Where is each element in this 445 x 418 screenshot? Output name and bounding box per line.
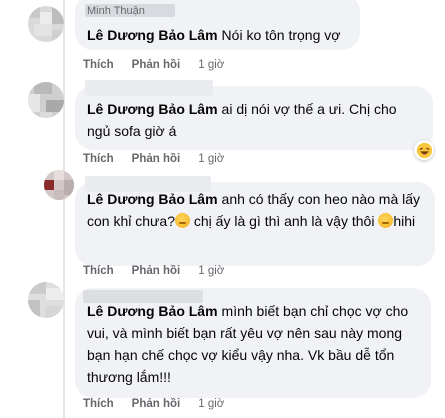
- tagged-name: Minh Thuận: [87, 5, 145, 17]
- reply-button[interactable]: Phản hồi: [132, 398, 181, 410]
- comment-actions: Thích Phản hồi 1 giờ: [83, 396, 224, 412]
- comment-bubble: Minh Thuận Lê Dương Bảo Lâm Nói ko tôn tr…: [75, 0, 360, 50]
- reply-button[interactable]: Phản hồi: [132, 59, 181, 71]
- comment-2: Lê Dương Bảo Lâm ai dị nói vợ thế a ưi. C…: [0, 78, 445, 170]
- avatar[interactable]: [28, 282, 64, 318]
- comment-body: Nói ko tôn trọng vợ: [221, 27, 341, 43]
- like-button[interactable]: Thích: [83, 265, 114, 277]
- like-button[interactable]: Thích: [83, 153, 114, 165]
- comment-body-continued: chị ấy là gì thì anh là vậy thôi: [189, 213, 379, 229]
- comment-text: Lê Dương Bảo Lâm mình biết bạn chỉ chọc v…: [87, 300, 423, 388]
- comment-time[interactable]: 1 giờ: [198, 265, 224, 277]
- comment-3: Lê Dương Bảo Lâm anh có thấy con heo nào …: [0, 170, 445, 282]
- comment-time[interactable]: 1 giờ: [198, 153, 224, 165]
- haha-reaction-icon[interactable]: [414, 140, 434, 160]
- comment-text: Lê Dương Bảo Lâm ai dị nói vợ thế a ưi. C…: [87, 98, 423, 142]
- comment-actions: Thích Phản hồi 1 giờ: [83, 57, 224, 73]
- comment-actions: Thích Phản hồi 1 giờ: [83, 263, 224, 279]
- grin-emoji-icon: [378, 213, 394, 228]
- avatar[interactable]: [28, 6, 64, 42]
- comment-author[interactable]: Lê Dương Bảo Lâm: [87, 101, 218, 117]
- comment-bubble: Lê Dương Bảo Lâm anh có thấy con heo nào …: [75, 176, 435, 266]
- comment-actions: Thích Phản hồi 1 giờ: [83, 151, 224, 167]
- avatar[interactable]: [44, 170, 74, 200]
- like-button[interactable]: Thích: [83, 59, 114, 71]
- comment-4: Lê Dương Bảo Lâm mình biết bạn chỉ chọc v…: [0, 282, 445, 418]
- comment-author[interactable]: Lê Dương Bảo Lâm: [87, 27, 218, 43]
- reply-button[interactable]: Phản hồi: [132, 265, 181, 277]
- like-button[interactable]: Thích: [83, 398, 114, 410]
- comment-time[interactable]: 1 giờ: [198, 59, 224, 71]
- reply-button[interactable]: Phản hồi: [132, 153, 181, 165]
- comment-text: Lê Dương Bảo Lâm anh có thấy con heo nào …: [87, 188, 423, 232]
- redacted-name-block: [85, 80, 213, 96]
- comment-bubble: Lê Dương Bảo Lâm ai dị nói vợ thế a ưi. C…: [75, 80, 433, 150]
- comment-bubble: Lê Dương Bảo Lâm mình biết bạn chỉ chọc v…: [75, 288, 431, 398]
- comment-text: Lê Dương Bảo Lâm Nói ko tôn trọng vợ: [87, 24, 340, 46]
- comment-1: Minh Thuận Lê Dương Bảo Lâm Nói ko tôn tr…: [0, 0, 445, 78]
- comment-author[interactable]: Lê Dương Bảo Lâm: [87, 303, 218, 319]
- avatar[interactable]: [28, 82, 64, 118]
- comment-body-end: hihi: [393, 213, 416, 229]
- comment-author[interactable]: Lê Dương Bảo Lâm: [87, 191, 218, 207]
- grin-emoji-icon: [174, 213, 190, 228]
- comment-time[interactable]: 1 giờ: [198, 398, 224, 410]
